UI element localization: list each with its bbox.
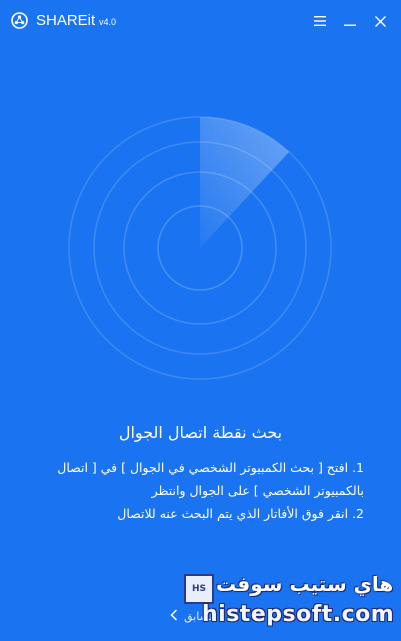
app-name: SHAREit [36,12,96,29]
minimize-icon [343,15,357,27]
watermark-latin: histepsoft.com [202,602,395,627]
minimize-button[interactable] [339,10,361,32]
instruction-line: 2. انقر فوق الأفاتار الذي يتم البحث عنه … [117,506,364,521]
menu-button[interactable] [309,10,331,32]
radar-scanner [0,60,401,400]
instruction-line: بالكمبيوتر الشخصي ] على الجوال وانتظر [151,483,364,498]
title-bar: SHAREit v4.0 [0,0,401,40]
page-title: بحث نقطة اتصال الجوال [118,423,283,442]
hamburger-menu-icon [313,15,327,27]
close-button[interactable] [369,10,391,32]
watermark-logo: HS [184,574,214,604]
instructions: 1. افتح [ بحث الكمبيوتر الشخصي في الجوال… [24,456,364,525]
close-icon [374,15,387,28]
shareit-logo-icon [11,12,28,29]
app-version: v4.0 [99,17,117,27]
instruction-line: 1. افتح [ بحث الكمبيوتر الشخصي في الجوال… [57,460,364,475]
chevron-left-icon [170,608,178,624]
watermark: HS هاي ستيب سوفت histepsoft.com [180,572,401,638]
watermark-arabic: هاي ستيب سوفت [216,572,394,596]
